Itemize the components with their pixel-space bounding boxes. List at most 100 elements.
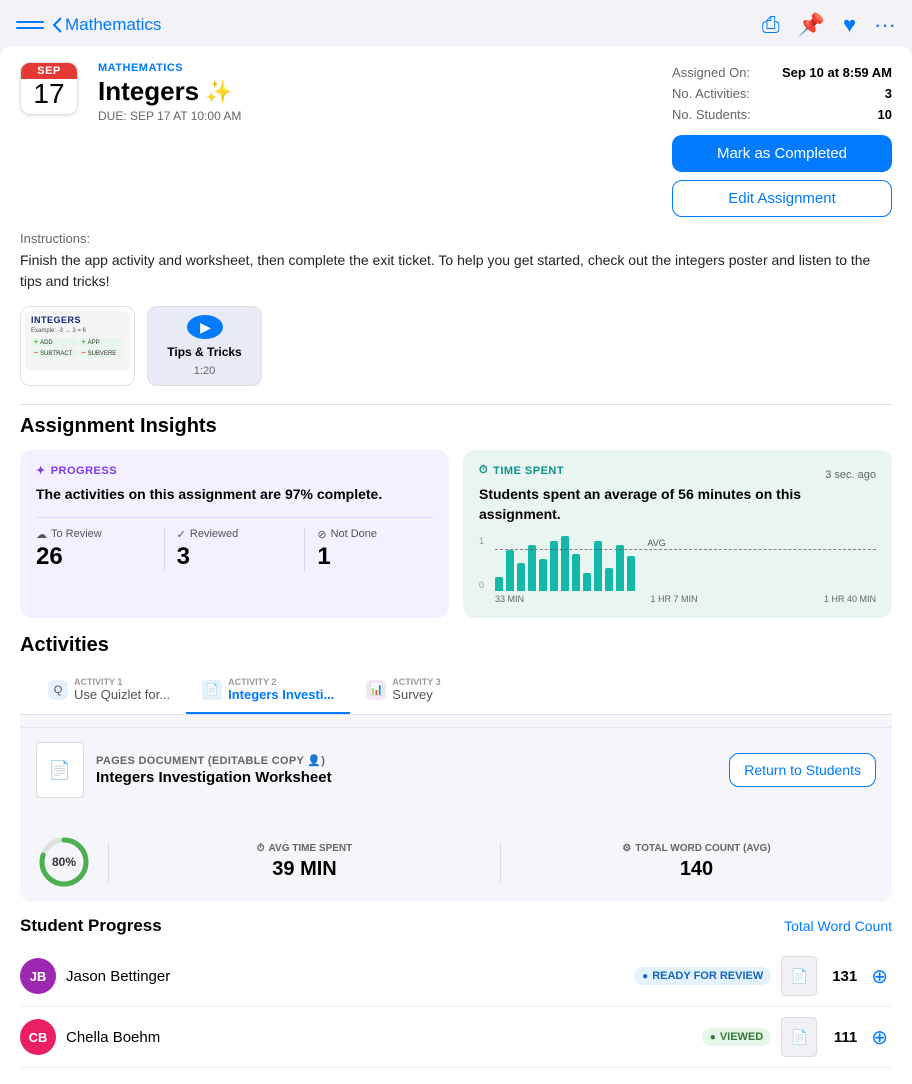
stat-to-review: ☁ To Review 26 (36, 528, 165, 571)
not-done-icon: ⊘ (317, 528, 326, 541)
chart-bar (583, 573, 591, 591)
student-count-jason: 131 (827, 968, 857, 985)
edit-assignment-button[interactable]: Edit Assignment (672, 180, 892, 217)
tab-activity-1[interactable]: Q ACTIVITY 1 Use Quizlet for... (32, 669, 186, 714)
back-button[interactable]: Mathematics (52, 15, 161, 35)
student-row-jason: JB Jason Bettinger ● READY FOR REVIEW 📄 … (20, 946, 892, 1007)
stat-reviewed: ✓ Reviewed 3 (177, 528, 306, 571)
activities-label: No. Activities: (672, 86, 750, 101)
activities-tabs: Q ACTIVITY 1 Use Quizlet for... 📄 ACTIVI… (20, 669, 892, 715)
activities-value: 3 (885, 86, 892, 101)
video-attachment[interactable]: ▶ Tips & Tricks 1:20 (147, 306, 262, 386)
progress-card: ✦ PROGRESS The activities on this assign… (20, 450, 449, 618)
poster-attachment[interactable]: INTEGERS Example: -3 → 3 = 6 + ADD + APP… (20, 306, 135, 386)
chart-bar (572, 554, 580, 591)
time-card: ⏱ TIME SPENT 3 sec. ago Students spent a… (463, 450, 892, 618)
share-icon[interactable]: ⎙ (762, 12, 780, 38)
play-icon: ▶ (200, 319, 211, 336)
student-name-chella: Chella Boehm (66, 1029, 692, 1046)
insights-heading: Assignment Insights (20, 415, 892, 438)
progress-percent: 80% (52, 855, 76, 869)
metrics-row: 80% ⏱ AVG TIME SPENT 39 MIN ⚙ TOTAL WORD… (20, 822, 892, 902)
assigned-on-label: Assigned On: (672, 65, 750, 80)
worksheet-type: PAGES DOCUMENT (EDITABLE COPY 👤) (96, 754, 717, 767)
time-tag: ⏱ TIME SPENT (479, 464, 564, 477)
assigned-on-value: Sep 10 at 8:59 AM (782, 65, 892, 80)
worksheet-card: 📄 PAGES DOCUMENT (EDITABLE COPY 👤) Integ… (20, 727, 892, 812)
time-timestamp: 3 sec. ago (825, 469, 876, 481)
subject-label: MATHEMATICS (98, 62, 652, 74)
activities-section: Activities Q ACTIVITY 1 Use Quizlet for.… (20, 634, 892, 902)
cal-month: SEP (21, 63, 77, 79)
student-progress-header: Student Progress Total Word Count (20, 916, 892, 936)
chart-bar (616, 545, 624, 591)
main-content: SEP 17 MATHEMATICS Integers ✨ DUE: SEP 1… (0, 46, 912, 1084)
chart-bar (539, 559, 547, 591)
heart-icon[interactable]: ♥ (843, 12, 856, 38)
meta-actions: Assigned On: Sep 10 at 8:59 AM No. Activ… (672, 62, 892, 217)
instructions-section: Instructions: Finish the app activity an… (20, 231, 892, 292)
play-button[interactable]: ▶ (187, 315, 223, 339)
student-count-chella: 111 (827, 1029, 857, 1046)
student-thumb-chella: 📄 (781, 1017, 817, 1057)
pin-icon[interactable]: 📌 (798, 12, 825, 38)
wordcount-icon: ⚙ (622, 843, 631, 854)
cal-day: 17 (21, 79, 77, 114)
chart-x-labels: 33 MIN 1 HR 7 MIN 1 HR 40 MIN (495, 594, 876, 604)
time-icon: ⏱ (257, 843, 265, 854)
tab2-icon: 📄 (202, 680, 222, 700)
reviewed-icon: ✓ (177, 528, 186, 541)
more-button-jason[interactable]: ⊕ (867, 964, 892, 989)
tab-activity-2[interactable]: 📄 ACTIVITY 2 Integers Investi... (186, 669, 350, 714)
activities-container: Q ACTIVITY 1 Use Quizlet for... 📄 ACTIVI… (20, 669, 892, 902)
word-count-value: 140 (517, 858, 876, 881)
instructions-text: Finish the app activity and worksheet, t… (20, 250, 892, 292)
student-progress-title: Student Progress (20, 916, 162, 936)
progress-circle: 80% (36, 834, 92, 890)
avg-time-value: 39 MIN (125, 858, 484, 881)
chart-bar (528, 545, 536, 591)
viewed-icon: ● (710, 1032, 716, 1043)
progress-tag-icon: ✦ (36, 464, 46, 477)
insights-row: ✦ PROGRESS The activities on this assign… (20, 450, 892, 618)
activities-row: No. Activities: 3 (672, 83, 892, 104)
assignment-title: Integers ✨ (98, 76, 652, 107)
status-badge-chella: ● VIEWED (702, 1028, 771, 1046)
chart-bar (506, 550, 514, 591)
avatar-jb: JB (20, 958, 56, 994)
student-row-chella: CB Chella Boehm ● VIEWED 📄 111 ⊕ (20, 1007, 892, 1068)
back-label: Mathematics (65, 15, 161, 35)
due-date: DUE: SEP 17 AT 10:00 AM (98, 109, 652, 123)
tab-activity-3[interactable]: 📊 ACTIVITY 3 Survey (350, 669, 456, 714)
to-review-value: 26 (36, 543, 152, 571)
status-badge-jason: ● READY FOR REVIEW (634, 967, 771, 985)
to-review-icon: ☁ (36, 528, 47, 541)
progress-tag: ✦ PROGRESS (36, 464, 433, 477)
worksheet-info: PAGES DOCUMENT (EDITABLE COPY 👤) Integer… (96, 754, 717, 786)
top-nav: Mathematics ⎙ 📌 ♥ ··· (0, 0, 912, 46)
sparkle-icon: ✨ (205, 79, 232, 105)
chart-bar (517, 563, 525, 591)
students-value: 10 (878, 107, 892, 122)
more-icon[interactable]: ··· (874, 12, 896, 38)
chart-bar (605, 568, 613, 591)
section-divider (20, 404, 892, 405)
video-duration: 1:20 (194, 365, 215, 377)
more-button-chella[interactable]: ⊕ (867, 1025, 892, 1050)
attachments-row: INTEGERS Example: -3 → 3 = 6 + ADD + APP… (20, 306, 892, 386)
time-tag-icon: ⏱ (479, 464, 488, 477)
mark-completed-button[interactable]: Mark as Completed (672, 135, 892, 172)
total-word-count-link[interactable]: Total Word Count (784, 918, 892, 934)
nav-left: Mathematics (16, 14, 161, 36)
tab3-icon: 📊 (366, 680, 386, 700)
assignment-header: SEP 17 MATHEMATICS Integers ✨ DUE: SEP 1… (20, 62, 892, 217)
stat-not-done: ⊘ Not Done 1 (317, 528, 433, 571)
return-to-students-button[interactable]: Return to Students (729, 753, 876, 787)
progress-body: The activities on this assignment are 97… (36, 485, 433, 505)
assigned-on-row: Assigned On: Sep 10 at 8:59 AM (672, 62, 892, 83)
video-label: Tips & Tricks (167, 345, 241, 359)
review-icon: ● (642, 971, 648, 982)
avg-time-metric: ⏱ AVG TIME SPENT 39 MIN (125, 843, 484, 881)
sidebar-toggle-button[interactable] (16, 14, 44, 36)
instructions-label: Instructions: (20, 231, 892, 246)
